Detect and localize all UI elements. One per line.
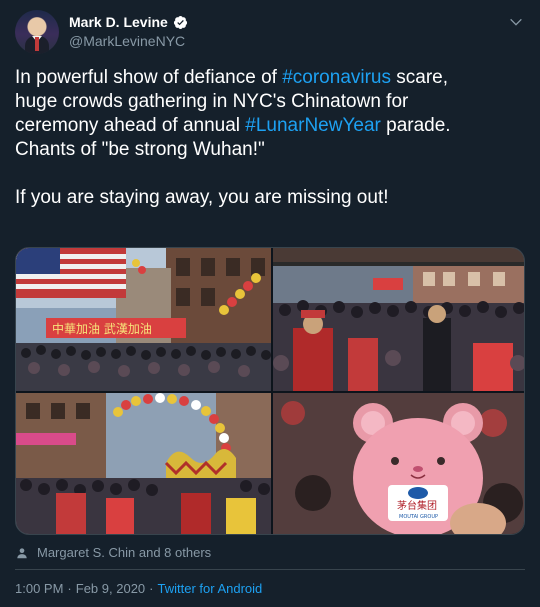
photo-4-badge-sub: MOUTAI GROUP <box>399 514 438 520</box>
source-app-link[interactable]: Twitter for Android <box>158 581 263 596</box>
tweet-metadata: 1:00 PM · Feb 9, 2020 · Twitter for Andr… <box>15 581 262 596</box>
tweet-time[interactable]: 1:00 PM <box>15 581 63 596</box>
tweet-date[interactable]: Feb 9, 2020 <box>76 581 145 596</box>
tweet-text: In powerful show of defiance of #coronav… <box>15 66 525 210</box>
person-icon <box>17 547 27 558</box>
photo-3[interactable] <box>16 393 271 534</box>
social-context-text[interactable]: Margaret S. Chin and 8 others <box>37 545 211 560</box>
author-display-name[interactable]: Mark D. Levine <box>69 14 168 30</box>
photo-4-badge-text: 茅台集团 <box>397 499 437 512</box>
photo-4[interactable]: 茅台集团 MOUTAI GROUP <box>273 393 524 534</box>
author-name-row[interactable]: Mark D. Levine <box>69 14 188 30</box>
meta-separator: · <box>67 581 72 596</box>
verified-badge-icon <box>173 15 187 29</box>
tweet-line-3: ceremony ahead of annual #LunarNewYear p… <box>15 114 525 138</box>
tweet-line-2: huge crowds gathering in NYC's Chinatown… <box>15 91 409 112</box>
chevron-down-icon[interactable] <box>508 14 524 30</box>
tweet-text-segment: scare, <box>391 67 449 88</box>
hashtag-lunarnewyear-link[interactable]: #LunarNewYear <box>245 115 381 136</box>
photo-1-image: 中華加油 武漢加油 <box>16 248 271 391</box>
divider <box>15 569 525 570</box>
photo-4-image: 茅台集团 MOUTAI GROUP <box>273 393 524 534</box>
avatar[interactable] <box>15 10 59 54</box>
avatar-tie <box>35 37 39 51</box>
meta-separator: · <box>149 581 154 596</box>
tweet-line-1: In powerful show of defiance of #coronav… <box>15 66 525 90</box>
media-grid: 中華加油 武漢加油 茅台集团 MOUTAI GROUP <box>15 247 525 535</box>
photo-3-image <box>16 393 271 534</box>
hashtag-coronavirus-link[interactable]: #coronavirus <box>282 67 391 88</box>
tweet-text-segment: ceremony ahead of annual <box>15 115 246 136</box>
tweet-text-segment: parade. <box>380 115 451 136</box>
social-context[interactable]: Margaret S. Chin and 8 others <box>15 545 211 560</box>
photo-2-image <box>273 248 524 391</box>
tweet-line-4: Chants of "be strong Wuhan!" <box>15 139 265 160</box>
tweet-card[interactable]: Mark D. Levine @MarkLevineNYC In powerfu… <box>0 0 540 607</box>
photo-1-banner-text: 中華加油 武漢加油 <box>52 321 152 336</box>
tweet-text-segment: In powerful show of defiance of <box>15 67 283 88</box>
author-handle[interactable]: @MarkLevineNYC <box>69 33 185 49</box>
photo-1[interactable]: 中華加油 武漢加油 <box>16 248 271 391</box>
tweet-line-5: If you are staying away, you are missing… <box>15 187 389 208</box>
photo-2[interactable] <box>273 248 524 391</box>
